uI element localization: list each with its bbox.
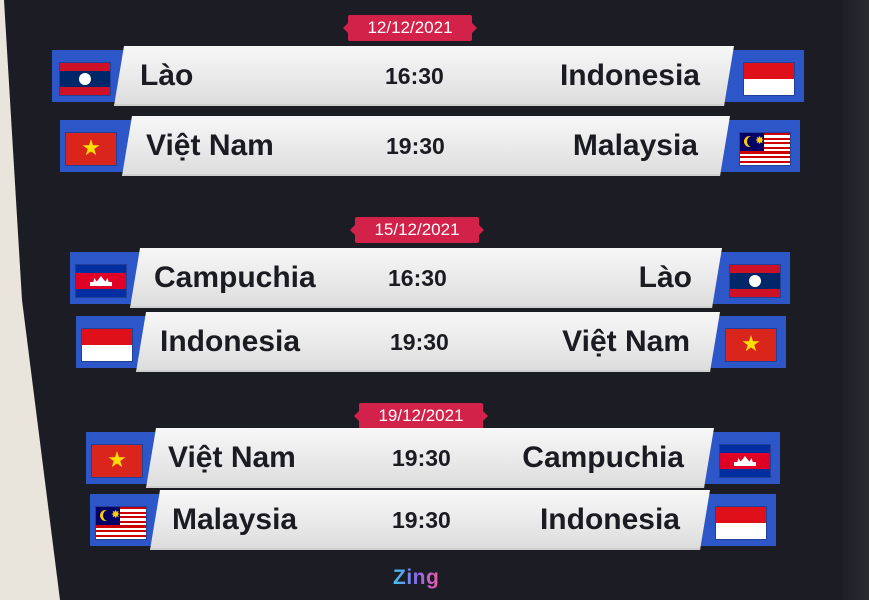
away-team: Malaysia (572, 129, 698, 162)
match-row: Campuchia 16:30 Lào (70, 248, 790, 308)
match-row: Lào 16:30 Indonesia (52, 46, 804, 106)
match-row: ★ Việt Nam 19:30 Campuchia (86, 428, 780, 488)
home-team: Việt Nam (146, 129, 274, 162)
malaysia-flag-icon: ✸ (96, 507, 146, 539)
kickoff-time: 16:30 (385, 63, 444, 89)
vietnam-flag-icon: ★ (726, 329, 776, 361)
vietnam-flag-icon: ★ (66, 133, 116, 165)
kickoff-time: 19:30 (390, 329, 449, 355)
vietnam-flag-icon: ★ (92, 445, 142, 477)
cambodia-flag-icon (720, 445, 770, 477)
home-team: Lào (140, 59, 194, 92)
kickoff-time: 19:30 (386, 133, 445, 159)
match-row: Indonesia 19:30 Việt Nam ★ (76, 312, 786, 372)
away-team: Indonesia (539, 503, 680, 536)
kickoff-time: 19:30 (392, 445, 451, 471)
away-team: Campuchia (522, 441, 684, 474)
indonesia-flag-icon (716, 507, 766, 539)
home-team: Campuchia (154, 261, 316, 294)
date-badge: 12/12/2021 (343, 15, 477, 41)
laos-flag-icon (60, 63, 110, 95)
away-team: Indonesia (559, 59, 700, 92)
kickoff-time: 16:30 (388, 265, 447, 291)
match-row: ✸ Malaysia 19:30 Indonesia (90, 490, 776, 550)
malaysia-flag-icon: ✸ (740, 133, 790, 165)
cambodia-flag-icon (76, 265, 126, 297)
date-badge: 15/12/2021 (350, 217, 484, 243)
home-team: Indonesia (160, 325, 301, 358)
indonesia-flag-icon (82, 329, 132, 361)
match-row: ★ Việt Nam 19:30 Malaysia ✸ (60, 116, 800, 176)
indonesia-flag-icon (744, 63, 794, 95)
home-team: Malaysia (172, 503, 298, 536)
laos-flag-icon (730, 265, 780, 297)
home-team: Việt Nam (168, 441, 296, 474)
zing-logo: Zing (393, 566, 440, 589)
match-schedule: 12/12/2021 Lào 16:30 Indonesia ★ Việt Na… (0, 0, 869, 600)
date-badge: 19/12/2021 (354, 403, 488, 429)
kickoff-time: 19:30 (392, 507, 451, 533)
away-team: Lào (638, 261, 692, 294)
away-team: Việt Nam (562, 325, 690, 358)
